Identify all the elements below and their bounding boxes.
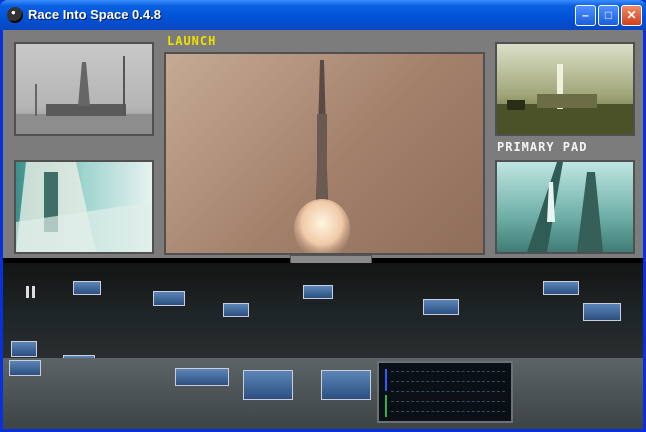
camera-feed-tower	[495, 160, 635, 254]
close-button[interactable]: ✕	[621, 5, 642, 26]
pad-image	[497, 64, 633, 134]
gantry-image	[16, 56, 152, 134]
telemetry-line	[391, 401, 505, 402]
telemetry-bar-green	[385, 395, 387, 417]
camera-feed-gantry	[14, 42, 154, 136]
console-monitor	[11, 341, 37, 357]
telemetry-line	[391, 371, 505, 372]
mission-control-room	[3, 263, 643, 429]
exhaust-image	[16, 162, 152, 252]
globe-icon	[7, 7, 23, 23]
telemetry-bar-blue	[385, 369, 387, 391]
launch-label: LAUNCH	[167, 34, 217, 48]
console-monitor	[583, 303, 621, 321]
desk-monitor	[321, 370, 371, 400]
app-window: Race Into Space 0.4.8 – □ ✕ LAUNCH PRIMA…	[0, 0, 646, 432]
monitor-wall: LAUNCH PRIMARY PAD	[3, 30, 643, 258]
window-title: Race Into Space 0.4.8	[28, 7, 161, 22]
telemetry-display	[377, 361, 513, 423]
primary-pad-label: PRIMARY PAD	[497, 140, 588, 154]
launch-video	[164, 52, 485, 255]
console-monitor	[543, 281, 579, 295]
rocket-image	[294, 60, 350, 253]
camera-feed-exhaust	[14, 160, 154, 254]
desk-monitor	[175, 368, 229, 386]
title-bar[interactable]: Race Into Space 0.4.8 – □ ✕	[0, 0, 646, 30]
camera-feed-pad	[495, 42, 635, 136]
desk-monitor	[9, 360, 41, 376]
telemetry-line	[391, 411, 505, 412]
telemetry-line	[391, 391, 505, 392]
console-desk	[3, 358, 643, 429]
telemetry-line	[391, 381, 505, 382]
maximize-button[interactable]: □	[598, 5, 619, 26]
game-viewport: LAUNCH PRIMARY PAD	[3, 30, 643, 429]
minimize-button[interactable]: –	[575, 5, 596, 26]
console-monitor	[423, 299, 459, 315]
console-monitor	[303, 285, 333, 299]
desk-monitor	[243, 370, 293, 400]
pause-icon[interactable]	[25, 286, 37, 298]
console-monitor	[223, 303, 249, 317]
console-monitor	[73, 281, 101, 295]
tower-image	[527, 162, 603, 252]
console-monitor	[153, 291, 185, 306]
